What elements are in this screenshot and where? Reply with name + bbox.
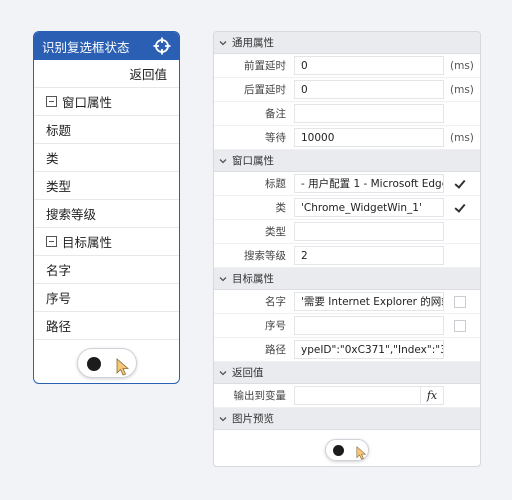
toggle-knob (86, 357, 101, 371)
target-index-label: 序号 (265, 320, 286, 332)
prop-row-window-class: 类 'Chrome_WidgetWin_1' (214, 196, 480, 220)
collapse-minus-icon[interactable] (46, 96, 57, 107)
collapse-minus-icon[interactable] (46, 236, 57, 247)
section-general-title: 通用属性 (232, 37, 274, 49)
node-prop-label: 路径 (46, 319, 72, 334)
target-name-checkbox[interactable] (454, 295, 466, 308)
prop-row-pre-delay: 前置延时 0 (ms) (214, 54, 480, 78)
window-class-label: 类 (275, 202, 287, 214)
checkbox-state-toggle[interactable] (76, 348, 137, 378)
prop-row-post-delay: 后置延时 0 (ms) (214, 78, 480, 102)
wait-unit: (ms) (450, 131, 474, 144)
node-window-prop-class[interactable]: 类 (34, 144, 179, 172)
node-prop-label: 名字 (46, 263, 72, 278)
node-prop-label: 序号 (46, 291, 72, 306)
node-return-label: 返回值 (129, 67, 167, 82)
section-return-title: 返回值 (232, 367, 264, 379)
chevron-down-icon[interactable] (218, 156, 228, 166)
node-return-row[interactable]: 返回值 (34, 60, 179, 88)
target-name-input[interactable]: '需要 Internet Explorer 的网站' (294, 292, 444, 311)
node-prop-label: 类 (46, 151, 59, 166)
search-level-input[interactable]: 2 (294, 246, 444, 265)
post-delay-input[interactable]: 0 (294, 80, 444, 99)
crosshair-icon[interactable] (153, 37, 171, 55)
node-footer (34, 340, 179, 383)
node-prop-label: 类型 (46, 179, 72, 194)
pre-delay-label: 前置延时 (244, 60, 286, 72)
section-image-preview[interactable]: 图片预览 (214, 408, 480, 430)
node-title: 识别复选框状态 (42, 39, 130, 55)
prop-row-target-name: 名字 '需要 Internet Explorer 的网站' (214, 290, 480, 314)
prop-row-note: 备注 (214, 102, 480, 126)
prop-row-window-title: 标题 - 用户配置 1 - Microsoft Edge' (214, 172, 480, 196)
search-level-label: 搜索等级 (244, 250, 286, 262)
node-window-group[interactable]: 窗口属性 (34, 88, 179, 116)
node-window-prop-type[interactable]: 类型 (34, 172, 179, 200)
prop-row-wait: 等待 10000 (ms) (214, 126, 480, 150)
properties-panel: 通用属性 前置延时 0 (ms) 后置延时 0 (ms) 备注 等待 10000… (213, 31, 481, 467)
toggle-knob (333, 445, 344, 456)
target-index-checkbox[interactable] (454, 319, 466, 332)
section-general[interactable]: 通用属性 (214, 32, 480, 54)
note-label: 备注 (265, 108, 286, 120)
output-variable-label: 输出到变量 (233, 390, 287, 402)
section-image-preview-title: 图片预览 (232, 413, 274, 425)
prop-row-search-level: 搜索等级 2 (214, 244, 480, 268)
post-delay-label: 后置延时 (244, 84, 286, 96)
cursor-pointer-icon (356, 446, 367, 460)
section-return[interactable]: 返回值 (214, 362, 480, 384)
node-prop-label: 搜索等级 (46, 207, 97, 222)
window-title-label: 标题 (265, 178, 286, 190)
target-index-input[interactable] (294, 316, 444, 335)
window-type-input[interactable] (294, 222, 444, 241)
node-target-prop-name[interactable]: 名字 (34, 256, 179, 284)
window-class-input[interactable]: 'Chrome_WidgetWin_1' (294, 198, 444, 217)
target-name-label: 名字 (265, 296, 286, 308)
node-target-group[interactable]: 目标属性 (34, 228, 179, 256)
section-target[interactable]: 目标属性 (214, 268, 480, 290)
checkmark-icon[interactable] (454, 178, 466, 190)
target-path-input[interactable]: ypeID":"0xC371","Index":"3"}]} (294, 340, 444, 359)
chevron-down-icon[interactable] (218, 274, 228, 284)
prop-row-output-variable: 输出到变量 fx (214, 384, 480, 408)
section-window[interactable]: 窗口属性 (214, 150, 480, 172)
node-window-prop-search-level[interactable]: 搜索等级 (34, 200, 179, 228)
node-window-prop-title[interactable]: 标题 (34, 116, 179, 144)
node-window-group-label: 窗口属性 (62, 95, 113, 110)
pre-delay-input[interactable]: 0 (294, 56, 444, 75)
chevron-down-icon[interactable] (218, 38, 228, 48)
checkmark-icon[interactable] (454, 202, 466, 214)
section-window-title: 窗口属性 (232, 155, 274, 167)
section-target-title: 目标属性 (232, 273, 274, 285)
target-path-label: 路径 (265, 344, 286, 356)
node-target-group-label: 目标属性 (62, 235, 113, 250)
prop-row-target-index: 序号 (214, 314, 480, 338)
node-prop-label: 标题 (46, 123, 72, 138)
note-input[interactable] (294, 104, 444, 123)
cursor-pointer-icon (116, 358, 129, 376)
prop-row-target-path: 路径 ypeID":"0xC371","Index":"3"}]} (214, 338, 480, 362)
chevron-down-icon[interactable] (218, 414, 228, 424)
node-header[interactable]: 识别复选框状态 (34, 32, 179, 60)
image-preview-area (214, 430, 480, 466)
pre-delay-unit: (ms) (450, 59, 474, 72)
window-title-input[interactable]: - 用户配置 1 - Microsoft Edge' (294, 174, 444, 193)
chevron-down-icon[interactable] (218, 368, 228, 378)
window-type-label: 类型 (265, 226, 286, 238)
post-delay-unit: (ms) (450, 83, 474, 96)
node-target-prop-path[interactable]: 路径 (34, 312, 179, 340)
node-target-prop-index[interactable]: 序号 (34, 284, 179, 312)
preview-toggle-image (325, 439, 369, 461)
prop-row-window-type: 类型 (214, 220, 480, 244)
wait-input[interactable]: 10000 (294, 128, 444, 147)
fx-icon[interactable]: fx (421, 386, 444, 405)
activity-node-card[interactable]: 识别复选框状态 返回值 窗口属性 标题 类 类型 搜索等级 目标属性 名字 序号… (33, 31, 180, 384)
wait-label: 等待 (265, 132, 286, 144)
output-variable-input[interactable] (294, 386, 421, 405)
